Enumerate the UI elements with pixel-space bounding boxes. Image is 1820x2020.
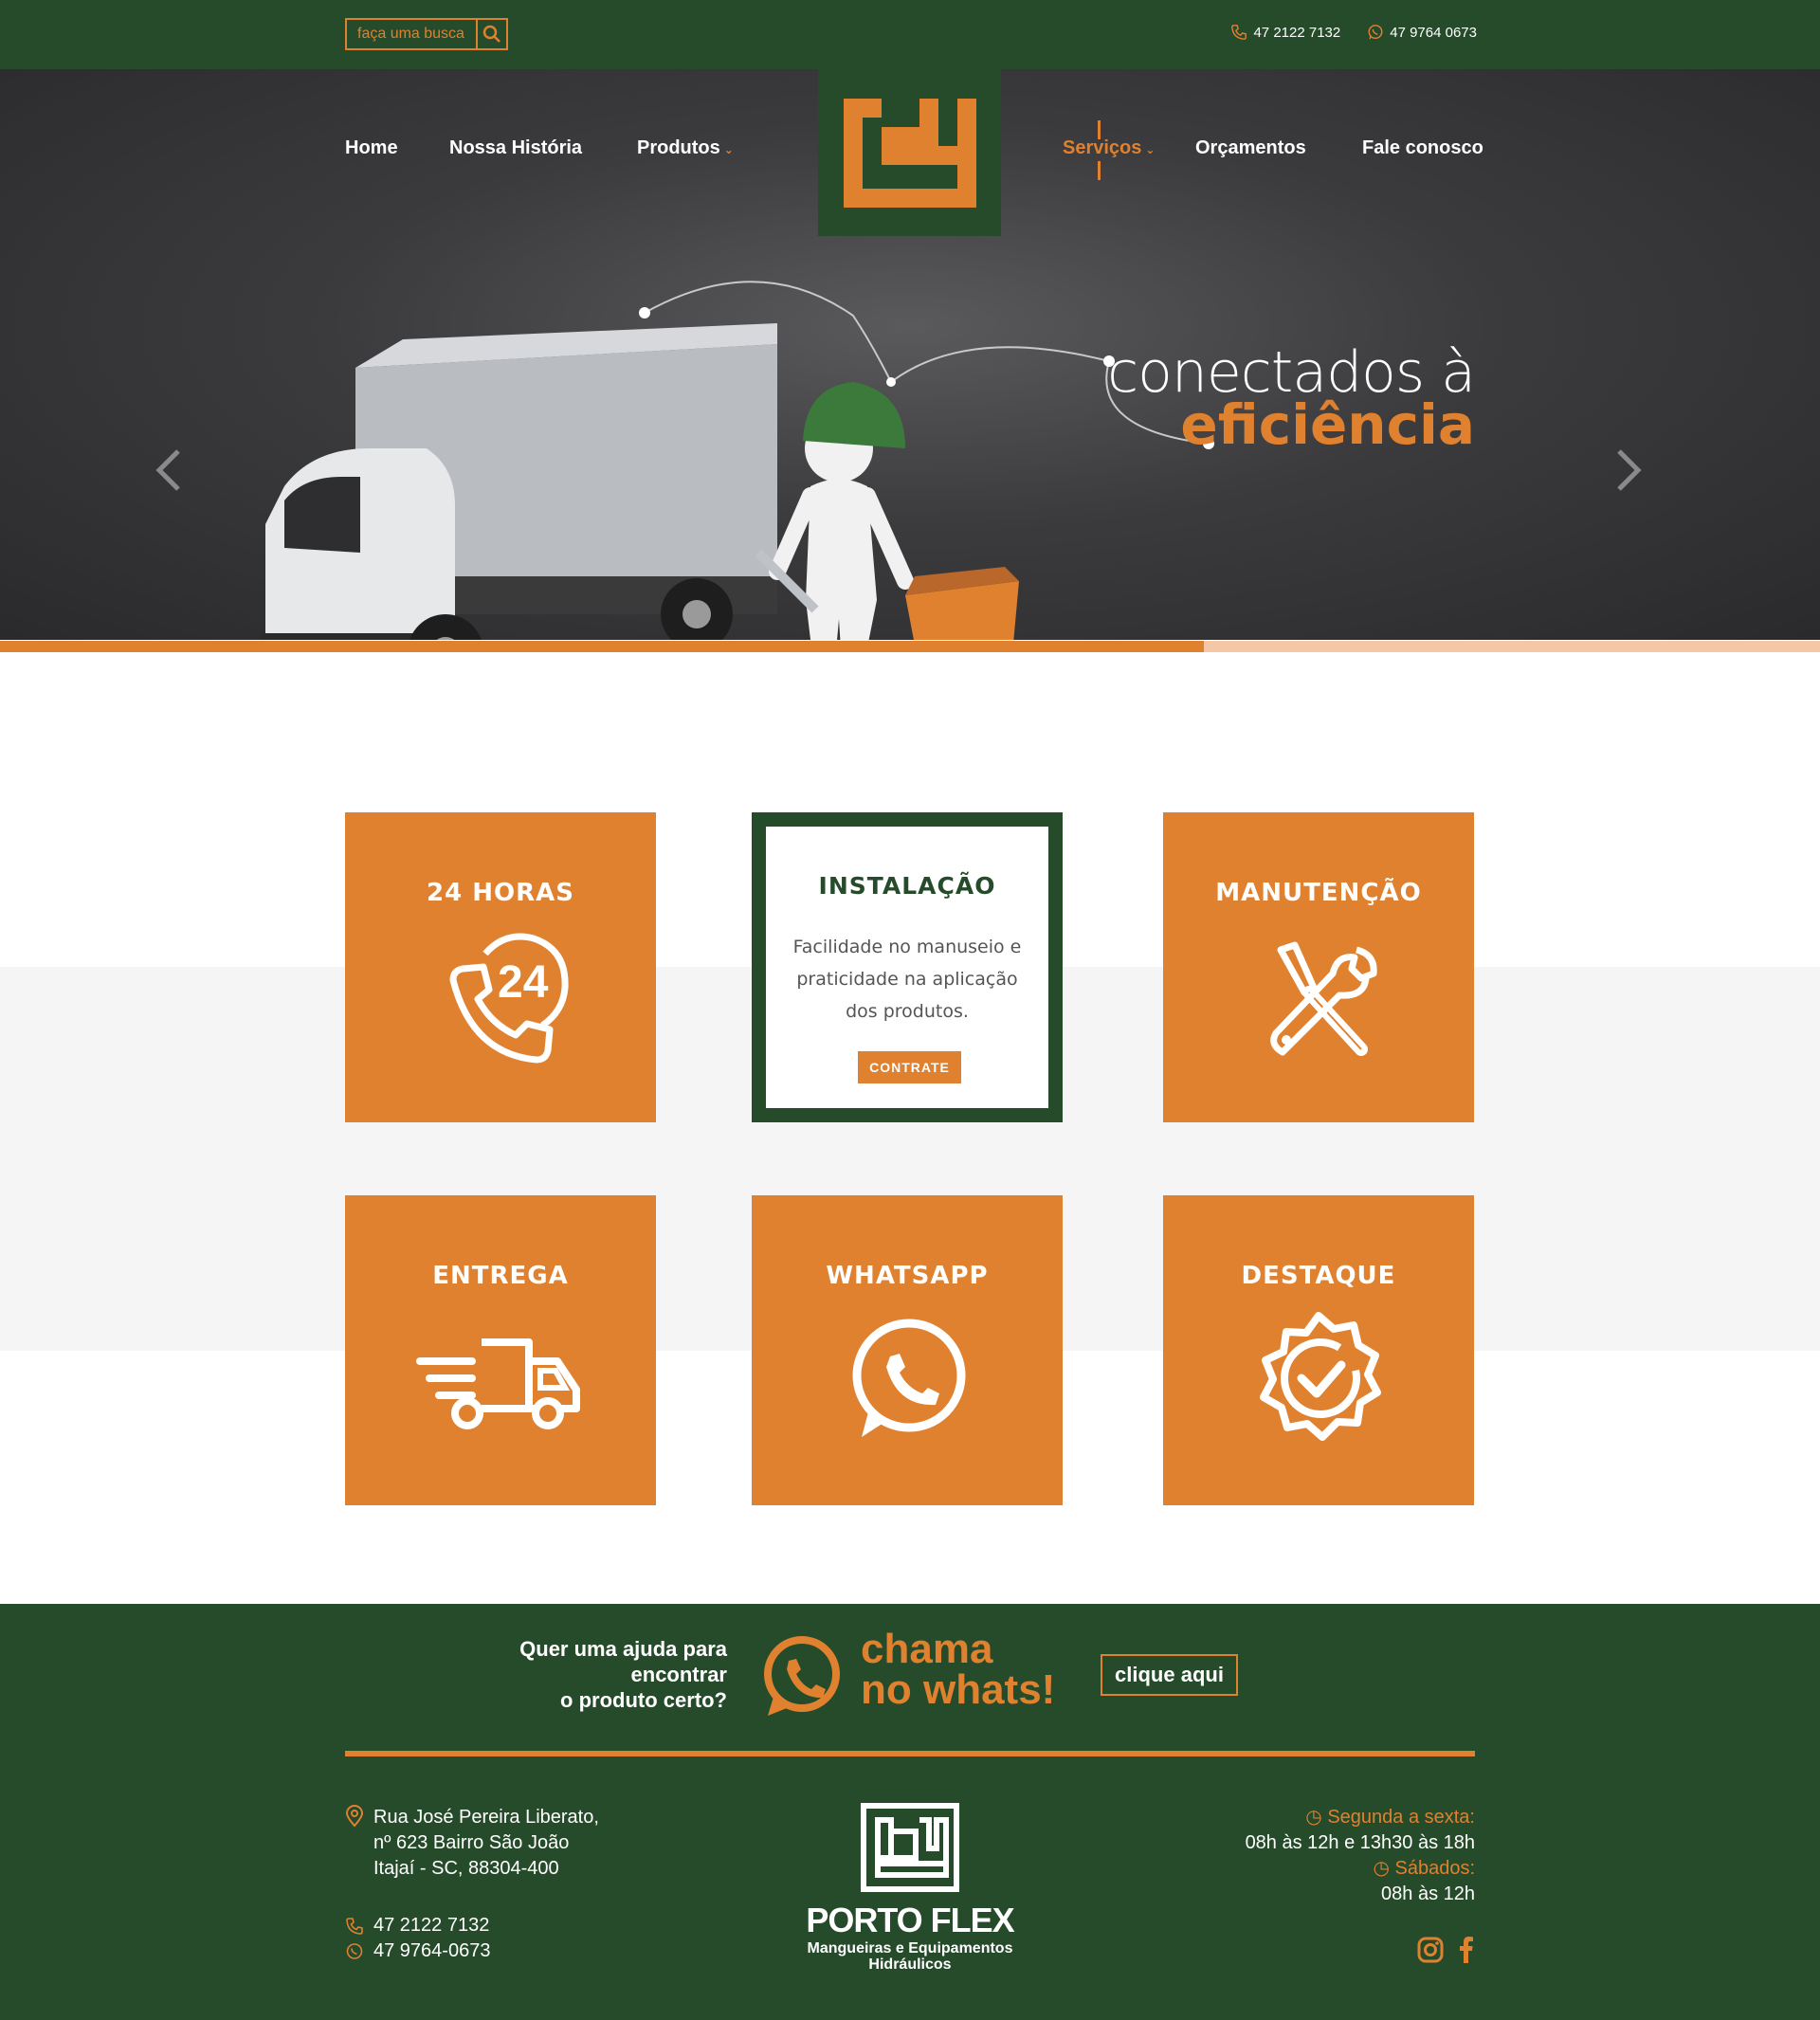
footer-divider	[345, 1751, 1475, 1756]
tools-icon	[1243, 921, 1394, 1078]
search-input[interactable]	[347, 20, 476, 48]
active-nav-marker-bottom	[1098, 161, 1101, 180]
footer-whatsapp-number: 47 9764-0673	[373, 1940, 491, 1961]
chevron-down-icon: ⌄	[723, 143, 734, 156]
brand-tagline: Mangueiras e Equipamentos	[807, 1940, 1013, 1956]
footer-logo[interactable]: PORTO FLEX Mangueiras e Equipamentos Hid…	[796, 1803, 1024, 1973]
service-title: MANUTENÇÃO	[1215, 879, 1422, 907]
service-card-manutencao[interactable]: MANUTENÇÃO	[1163, 812, 1474, 1122]
footer-address: Rua José Pereira Liberato, nº 623 Bairro…	[345, 1805, 599, 1882]
footer: Quer uma ajuda para encontrar o produto …	[0, 1604, 1820, 2020]
porto-flex-logo-icon	[861, 1803, 959, 1892]
hero-divider-light	[1204, 641, 1820, 652]
brand-name: PORTO FLEX	[806, 1901, 1014, 1939]
header-contacts: 47 2122 7132 47 9764 0673	[1230, 24, 1477, 41]
service-title: ENTREGA	[432, 1262, 569, 1290]
chevron-left-icon	[155, 449, 180, 491]
phone-icon	[1231, 25, 1247, 40]
contrate-button[interactable]: CONTRATE	[858, 1051, 961, 1083]
brand-tagline: Hidráulicos	[868, 1956, 952, 1973]
service-title: INSTALAÇÃO	[818, 872, 996, 900]
service-card-whatsapp[interactable]: WHATSAPP	[752, 1195, 1063, 1505]
badge-check-icon	[1243, 1304, 1394, 1461]
chevron-down-icon: ⌄	[1145, 143, 1156, 156]
hours-value: 08h às 12h	[1381, 1884, 1475, 1904]
whatsapp-icon	[831, 1304, 983, 1461]
footer-whatsapp[interactable]: 47 9764-0673	[345, 1938, 490, 1964]
address-line: Itajaí - SC, 88304-400	[373, 1858, 559, 1879]
search-box	[345, 18, 508, 50]
service-title: DESTAQUE	[1241, 1262, 1396, 1290]
porto-flex-logo-icon	[843, 98, 976, 208]
help-line: Quer uma ajuda para	[519, 1637, 727, 1661]
search-button[interactable]	[476, 20, 506, 48]
service-description: Facilidade no manuseio e praticidade na …	[792, 937, 1022, 1022]
site-logo[interactable]	[818, 69, 1001, 236]
whatsapp-cta-text: chama no whats!	[861, 1626, 1056, 1713]
search-icon	[482, 25, 500, 43]
hours-label-text: Sábados:	[1394, 1858, 1475, 1879]
clock-icon: ◷	[1305, 1807, 1322, 1828]
hours-value: 08h às 12h e 13h30 às 18h	[1245, 1832, 1475, 1853]
phone-icon	[346, 1917, 363, 1935]
instagram-icon[interactable]	[1416, 1936, 1445, 1964]
chama-line: chama	[861, 1626, 993, 1672]
carousel-prev-button[interactable]	[150, 444, 188, 497]
nav-nossa-historia[interactable]: Nossa História	[449, 137, 582, 159]
help-question: Quer uma ajuda para encontrar o produto …	[519, 1636, 727, 1713]
facebook-icon[interactable]	[1456, 1936, 1475, 1964]
top-bar: 47 2122 7132 47 9764 0673	[0, 0, 1820, 69]
help-line: encontrar	[630, 1663, 727, 1686]
footer-phone[interactable]: 47 2122 7132	[345, 1913, 490, 1938]
service-title: 24 HORAS	[427, 879, 574, 907]
header-whatsapp[interactable]: 47 9764 0673	[1367, 24, 1477, 41]
nav-servicos[interactable]: Serviços ⌄	[1063, 137, 1155, 159]
service-card-entrega[interactable]: ENTREGA	[345, 1195, 656, 1505]
header-phone-number: 47 2122 7132	[1253, 24, 1341, 41]
header-phone[interactable]: 47 2122 7132	[1230, 24, 1340, 41]
active-nav-marker-top	[1098, 120, 1101, 139]
service-title: WHATSAPP	[826, 1262, 989, 1290]
whatsapp-icon	[758, 1634, 844, 1724]
nav-fale-conosco[interactable]: Fale conosco	[1362, 137, 1483, 159]
address-line: Rua José Pereira Liberato,	[373, 1807, 599, 1828]
service-card-destaque[interactable]: DESTAQUE	[1163, 1195, 1474, 1505]
address-line: nº 623 Bairro São João	[373, 1832, 570, 1853]
nav-home[interactable]: Home	[345, 137, 398, 159]
hours-label-text: Segunda a sexta:	[1327, 1807, 1475, 1828]
chevron-right-icon	[1617, 449, 1642, 491]
footer-phone-number: 47 2122 7132	[373, 1915, 490, 1936]
hero-headline-highlight: eficiência	[1180, 392, 1475, 457]
chama-line: no whats!	[861, 1666, 1056, 1713]
help-line: o produto certo?	[560, 1688, 727, 1712]
carousel-next-button[interactable]	[1610, 444, 1647, 497]
svg-text:24: 24	[498, 957, 549, 1008]
service-card-24-horas[interactable]: 24 HORAS 24	[345, 812, 656, 1122]
nav-produtos[interactable]: Produtos ⌄	[637, 137, 734, 159]
clock-icon: ◷	[1373, 1858, 1390, 1879]
service-card-instalacao: INSTALAÇÃO Facilidade no manuseio e prat…	[752, 812, 1063, 1122]
nav-servicos-label: Serviços	[1063, 137, 1142, 158]
footer-contacts: 47 2122 7132 47 9764-0673	[345, 1913, 490, 1964]
whatsapp-icon	[1368, 25, 1383, 40]
hours-label: ◷ Segunda a sexta:	[1246, 1805, 1475, 1830]
header-whatsapp-number: 47 9764 0673	[1390, 24, 1477, 41]
hero-divider-orange	[0, 641, 1204, 652]
social-links	[1416, 1936, 1475, 1964]
nav-orcamentos[interactable]: Orçamentos	[1195, 137, 1306, 159]
phone-24-icon: 24	[425, 921, 576, 1078]
nav-produtos-label: Produtos	[637, 137, 720, 158]
location-pin-icon	[345, 1805, 364, 1828]
hours-label: ◷ Sábados:	[1246, 1856, 1475, 1882]
opening-hours: ◷ Segunda a sexta: 08h às 12h e 13h30 às…	[1246, 1805, 1475, 1907]
clique-aqui-button[interactable]: clique aqui	[1101, 1654, 1238, 1696]
whatsapp-icon	[346, 1942, 363, 1959]
delivery-truck-icon	[415, 1304, 586, 1461]
